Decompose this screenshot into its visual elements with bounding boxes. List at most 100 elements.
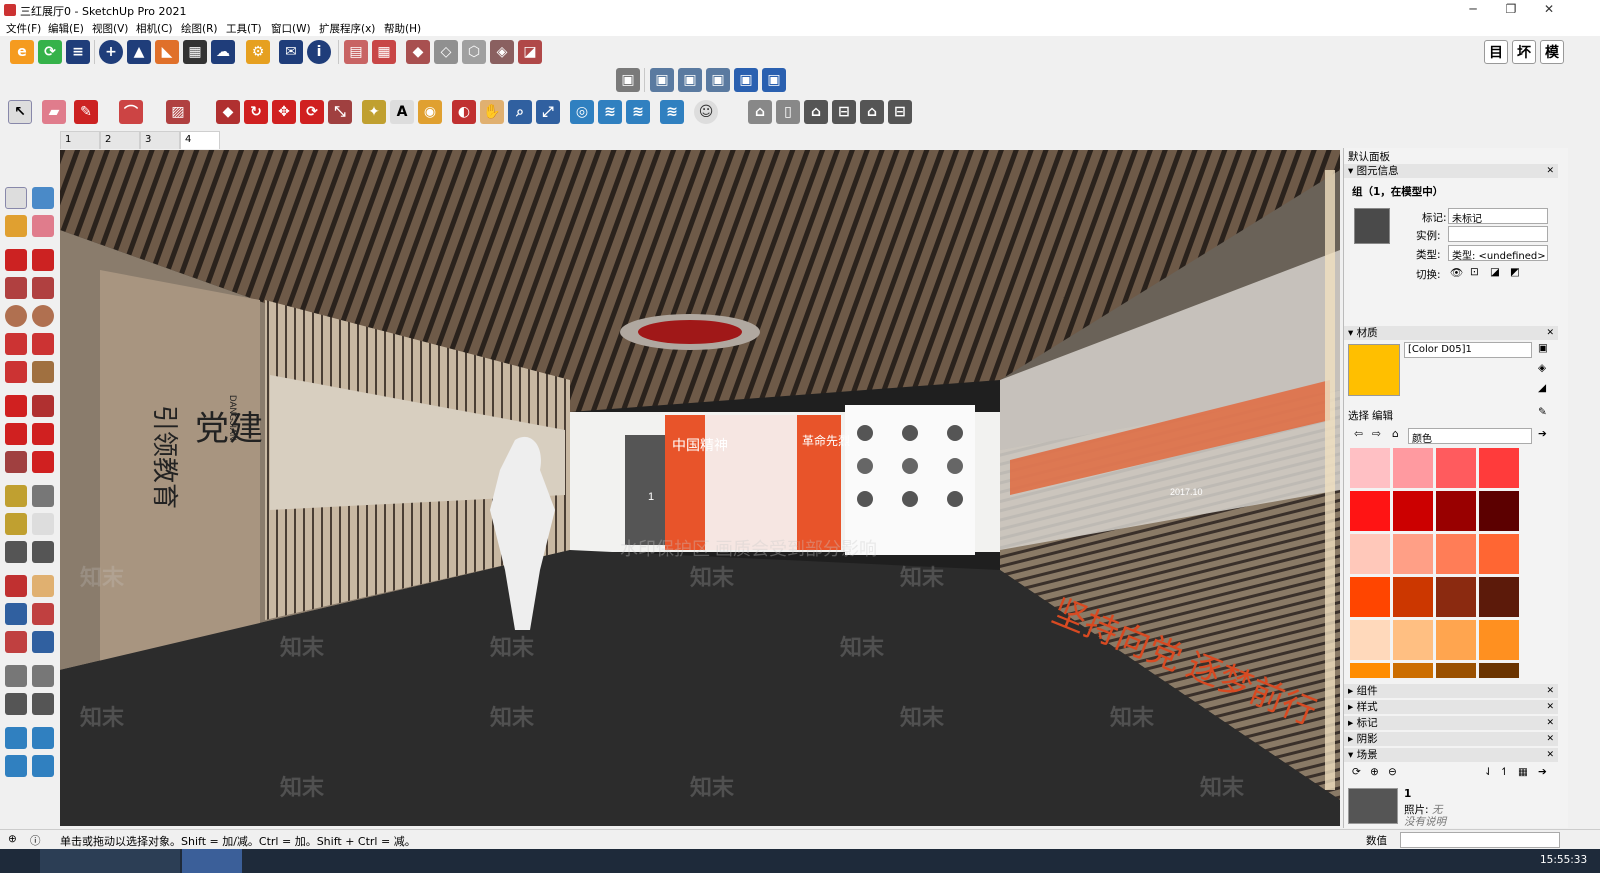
extension-warehouse-icon[interactable]: ▯ (776, 100, 800, 124)
menu-file[interactable]: 文件(F) (6, 21, 41, 36)
rect-icon[interactable] (5, 277, 27, 299)
tape-icon[interactable] (5, 485, 27, 507)
section-plane-icon[interactable]: ◎ (570, 100, 594, 124)
move-down-icon[interactable]: ⇃ (1484, 766, 1493, 778)
info-status-icon[interactable]: ⓘ (30, 833, 41, 848)
move-tool-icon[interactable] (5, 395, 27, 417)
scene-tab-1[interactable]: 1 (60, 131, 100, 149)
receive-shadow-icon[interactable]: ◩ (1510, 266, 1520, 278)
push-pull-icon[interactable]: ◆ (216, 100, 240, 124)
look-around-icon[interactable] (32, 665, 54, 687)
material-swatch[interactable] (1393, 620, 1433, 660)
material-name-field[interactable]: [Color D05]1 (1404, 342, 1532, 358)
close-button[interactable]: ✕ (1532, 0, 1566, 20)
mail-icon[interactable]: ✉ (279, 40, 303, 64)
measurements-input[interactable] (1400, 832, 1560, 848)
material-swatch[interactable] (1350, 663, 1390, 678)
follow-me-icon[interactable]: ↻ (244, 100, 268, 124)
line-icon[interactable] (5, 249, 27, 271)
tool-huai-icon[interactable]: 坏 (1512, 40, 1536, 64)
entity-material-swatch[interactable] (1354, 208, 1390, 244)
section-cut-icon[interactable]: ≋ (598, 100, 622, 124)
select-tool-icon[interactable]: ↖ (8, 100, 32, 124)
material-swatch[interactable] (1436, 663, 1476, 678)
left-view-icon[interactable]: ▣ (762, 68, 786, 92)
move-up-icon[interactable]: ↿ (1500, 766, 1509, 778)
geo-location-icon[interactable]: ⊕ (8, 833, 17, 845)
material-swatch[interactable] (1479, 448, 1519, 488)
material-swatch[interactable] (1479, 620, 1519, 660)
rotate-icon[interactable]: ⟳ (300, 100, 324, 124)
add-icon[interactable]: + (99, 40, 123, 64)
pushpull-tool-icon[interactable] (32, 395, 54, 417)
sample-paint-icon[interactable]: ◈ (1538, 362, 1546, 374)
move-icon[interactable]: ✥ (272, 100, 296, 124)
scene-details-icon[interactable]: ➔ (1538, 766, 1547, 778)
remove-scene-icon[interactable]: ⊖ (1388, 766, 1397, 778)
warehouse-model-icon[interactable]: ⌂ (748, 100, 772, 124)
edit-tab[interactable]: 编辑 (1372, 408, 1393, 423)
menu-view[interactable]: 视图(V) (92, 21, 128, 36)
close-icon[interactable]: ✕ (1546, 164, 1554, 178)
material-swatch[interactable] (1479, 663, 1519, 678)
arc-tool-icon[interactable] (5, 333, 27, 355)
rectangle-icon[interactable]: ▨ (166, 100, 190, 124)
eraser-icon[interactable]: ▰ (42, 100, 66, 124)
materials-header[interactable]: ▾ 材质 ✕ (1344, 326, 1558, 340)
section-fill-tool-icon[interactable] (32, 755, 54, 777)
right-view-icon[interactable]: ▣ (706, 68, 730, 92)
styles-header[interactable]: ▸ 样式 ✕ (1344, 700, 1558, 714)
tape-measure-icon[interactable]: ✦ (362, 100, 386, 124)
material-swatch[interactable] (1393, 663, 1433, 678)
tag-select[interactable]: 未标记 (1448, 208, 1548, 224)
section-cuts-tool-icon[interactable] (32, 727, 54, 749)
previous-view-icon[interactable] (32, 631, 54, 653)
arc-3pt-icon[interactable] (5, 361, 27, 383)
material-swatch[interactable] (1479, 534, 1519, 574)
paint-icon[interactable] (5, 215, 27, 237)
share-model-icon[interactable]: ⊟ (832, 100, 856, 124)
eraser-tool-icon[interactable] (32, 215, 54, 237)
material-swatch[interactable] (1479, 491, 1519, 531)
flip-edge-icon[interactable]: ◪ (518, 40, 542, 64)
sample-icon[interactable]: ✎ (1538, 406, 1547, 418)
zoom-icon[interactable]: ⌕ (508, 100, 532, 124)
paint-bucket-icon[interactable]: ◉ (418, 100, 442, 124)
material-swatch[interactable] (1436, 491, 1476, 531)
details-arrow-icon[interactable]: ➔ (1538, 428, 1547, 440)
cloud-upload-icon[interactable]: ☁ (211, 40, 235, 64)
taskbar-app-active[interactable] (182, 849, 242, 873)
material-swatch[interactable] (1393, 577, 1433, 617)
back-view-icon[interactable]: ▣ (734, 68, 758, 92)
material-swatch[interactable] (1479, 577, 1519, 617)
back-arrow-icon[interactable]: ⇦ (1354, 428, 1363, 440)
cast-shadow-icon[interactable]: ◪ (1490, 266, 1500, 278)
tool-mo-icon[interactable]: 模 (1540, 40, 1564, 64)
lock-icon[interactable]: ⊡ (1470, 266, 1479, 278)
circle-icon[interactable] (5, 305, 27, 327)
text-icon[interactable] (32, 513, 54, 535)
info-icon[interactable]: i (307, 40, 331, 64)
scenes-header[interactable]: ▾ 场景 ✕ (1344, 748, 1558, 762)
current-material-swatch[interactable] (1348, 344, 1400, 396)
close-icon[interactable]: ✕ (1546, 732, 1554, 746)
maximize-button[interactable]: ❐ (1494, 0, 1528, 20)
menu-window[interactable]: 窗口(W) (271, 21, 311, 36)
position-camera-icon[interactable] (5, 665, 27, 687)
ext-export-icon[interactable]: e (10, 40, 34, 64)
zoom-extents-tool-icon[interactable] (5, 631, 27, 653)
scene-tab-2[interactable]: 2 (100, 131, 140, 149)
pie-icon[interactable] (32, 361, 54, 383)
dimension-icon[interactable] (32, 485, 54, 507)
polygon-icon[interactable] (32, 305, 54, 327)
section-plane-tool-icon[interactable] (5, 727, 27, 749)
make-component-icon[interactable] (32, 187, 54, 209)
home-library-icon[interactable]: ⌂ (1392, 428, 1399, 440)
close-icon[interactable]: ✕ (1546, 684, 1554, 698)
close-icon[interactable]: ✕ (1546, 326, 1554, 340)
front-view-icon[interactable]: ▣ (678, 68, 702, 92)
tags-header[interactable]: ▸ 标记 ✕ (1344, 716, 1558, 730)
menu-help[interactable]: 帮助(H) (384, 21, 421, 36)
tool-mu-icon[interactable]: 目 (1484, 40, 1508, 64)
scene-thumbnail[interactable] (1348, 788, 1398, 824)
